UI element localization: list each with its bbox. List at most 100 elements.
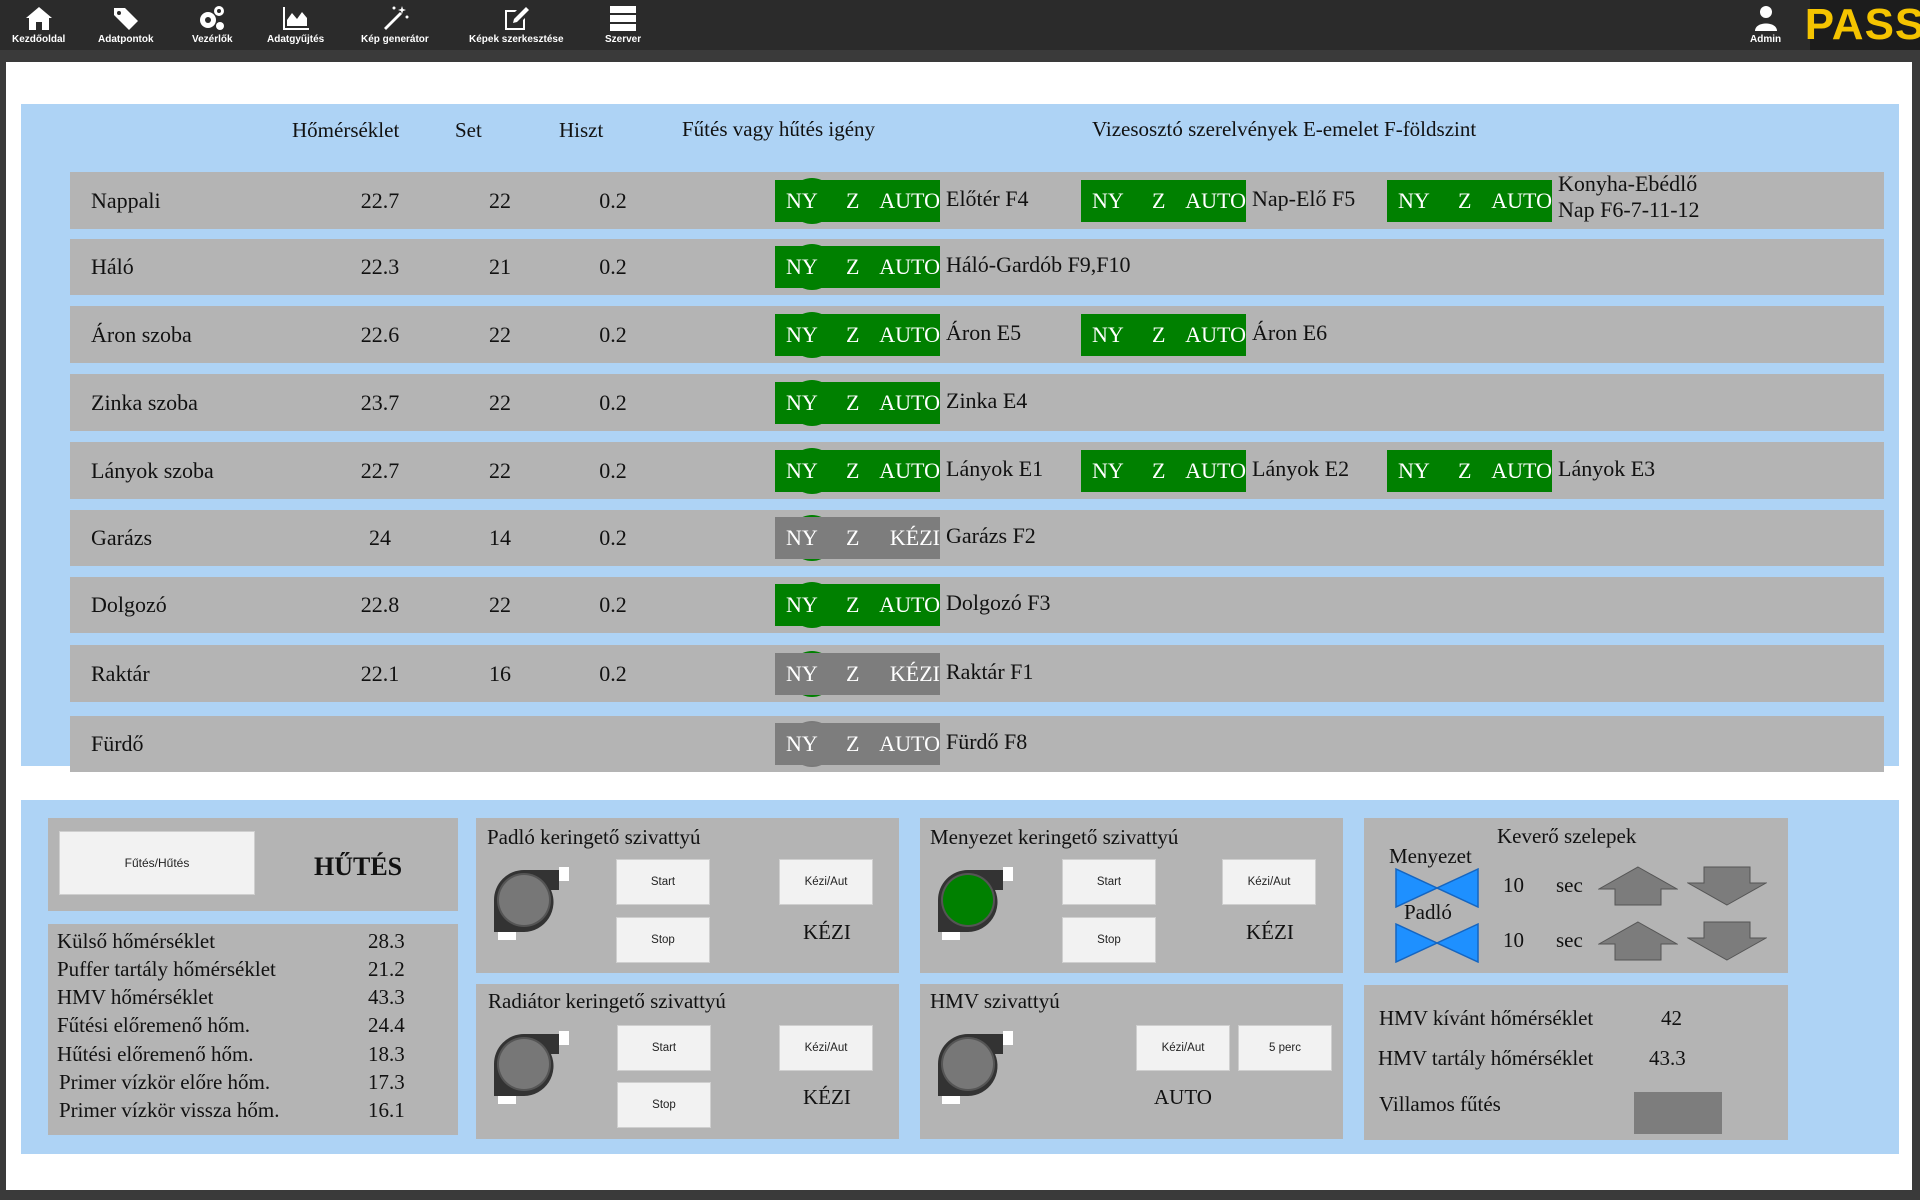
ceiling-valve-open-arrow-icon[interactable]	[1598, 866, 1678, 906]
nav-admin[interactable]: Admin	[1750, 4, 1781, 48]
zone-name: Lányok szoba	[91, 457, 214, 483]
valve-open-button[interactable]: NY	[786, 525, 818, 551]
valve-control[interactable]: NY Z AUTO	[1081, 449, 1246, 492]
hmv-pump-timer-button[interactable]: 5 perc	[1238, 1025, 1332, 1071]
valve-close-button[interactable]: Z	[1458, 458, 1471, 484]
valve-control[interactable]: NY Z KÉZI	[775, 652, 940, 695]
valve-control[interactable]: NY Z KÉZI	[775, 517, 940, 559]
valve-mode-button[interactable]: KÉZI	[890, 525, 940, 551]
valve-close-button[interactable]: Z	[846, 254, 859, 280]
valve-open-button[interactable]: NY	[786, 254, 818, 280]
valve-open-button[interactable]: NY	[786, 731, 818, 757]
nav-home[interactable]: Kezdőoldal	[12, 4, 65, 48]
valve-mode-button[interactable]: KÉZI	[890, 661, 940, 687]
valve-mode-button[interactable]: AUTO	[1491, 188, 1552, 214]
valve-mode-button[interactable]: AUTO	[879, 458, 940, 484]
nav-data-collection[interactable]: Adatgyűjtés	[267, 4, 324, 48]
valve-mode-button[interactable]: AUTO	[1185, 458, 1246, 484]
valve-close-button[interactable]: Z	[846, 390, 859, 416]
valve-control[interactable]: NY Z AUTO	[775, 313, 940, 356]
valve-control[interactable]: NY Z AUTO	[1081, 313, 1246, 356]
radiator-pump-mode-button[interactable]: Kézi/Aut	[779, 1025, 873, 1071]
floor-pump-stop-button[interactable]: Stop	[616, 917, 710, 963]
valve-mode-button[interactable]: AUTO	[879, 390, 940, 416]
valve-open-button[interactable]: NY	[786, 592, 818, 618]
valve-open-button[interactable]: NY	[1398, 188, 1430, 214]
valve-open-button[interactable]: NY	[1092, 188, 1124, 214]
zone-row: Áron szoba 22.6 22 0.2 NY Z AUTO Áron E5 NY Z AUTO…	[70, 306, 1884, 363]
valve-mode-button[interactable]: AUTO	[879, 731, 940, 757]
floor-pump-mode-button[interactable]: Kézi/Aut	[779, 859, 873, 905]
nav-server[interactable]: Szerver	[605, 4, 641, 48]
valve-close-button[interactable]: Z	[1152, 322, 1165, 348]
heating-cooling-toggle-button[interactable]: Fűtés/Hűtés	[59, 831, 255, 895]
valve-close-button[interactable]: Z	[846, 525, 859, 551]
valve-control[interactable]: NY Z AUTO	[775, 584, 940, 626]
valve-open-button[interactable]: NY	[786, 661, 818, 687]
valve-mode-button[interactable]: AUTO	[879, 322, 940, 348]
valve-open-button[interactable]: NY	[786, 458, 818, 484]
valve-close-button[interactable]: Z	[846, 592, 859, 618]
valve-mode-button[interactable]: AUTO	[1185, 188, 1246, 214]
valve-open-button[interactable]: NY	[1092, 322, 1124, 348]
floor-valve-open-arrow-icon[interactable]	[1598, 921, 1678, 961]
valve-open-button[interactable]: NY	[786, 322, 818, 348]
nav-image-editor[interactable]: Képek szerkesztése	[469, 4, 564, 48]
pump-icon	[938, 867, 1013, 940]
valve-close-button[interactable]: Z	[846, 322, 859, 348]
ceiling-pump-stop-button[interactable]: Stop	[1062, 917, 1156, 963]
valve-control[interactable]: NY Z AUTO	[1387, 179, 1552, 222]
floor-pump-start-button[interactable]: Start	[616, 859, 710, 905]
radiator-pump-start-button[interactable]: Start	[617, 1025, 711, 1071]
valve-close-button[interactable]: Z	[1458, 188, 1471, 214]
valve-open-button[interactable]: NY	[786, 390, 818, 416]
valve-mode-button[interactable]: AUTO	[879, 592, 940, 618]
ceiling-valve-label: Menyezet	[1389, 844, 1472, 868]
valve-control[interactable]: NY Z AUTO	[775, 381, 940, 424]
ceiling-pump-mode-button[interactable]: Kézi/Aut	[1222, 859, 1316, 905]
valve-close-button[interactable]: Z	[846, 458, 859, 484]
valve-open-button[interactable]: NY	[1092, 458, 1124, 484]
valve-mode-button[interactable]: AUTO	[879, 254, 940, 280]
valve-close-button[interactable]: Z	[846, 731, 859, 757]
zone-row: Zinka szoba 23.7 22 0.2 NY Z AUTO Zinka E4	[70, 374, 1884, 431]
zone-setpoint: 21	[489, 254, 511, 279]
valve-open-button[interactable]: NY	[1398, 458, 1430, 484]
nav-datapoints[interactable]: Adatpontok	[98, 4, 154, 48]
radiator-pump-stop-button[interactable]: Stop	[617, 1082, 711, 1128]
ceiling-pump-start-button[interactable]: Start	[1062, 859, 1156, 905]
floor-valve-close-arrow-icon[interactable]	[1687, 921, 1767, 961]
valve-mode-button[interactable]: AUTO	[879, 188, 940, 214]
zone-name: Zinka szoba	[91, 389, 198, 415]
valve-close-button[interactable]: Z	[1152, 188, 1165, 214]
electric-heating-label: Villamos fűtés	[1379, 1092, 1501, 1116]
zone-temperature: 24	[369, 525, 391, 550]
ceiling-valve-close-arrow-icon[interactable]	[1687, 866, 1767, 906]
valve-control[interactable]: NY Z AUTO	[775, 723, 940, 765]
valve-control[interactable]: NY Z AUTO	[775, 246, 940, 288]
valve-label: Lányok E2	[1252, 455, 1350, 481]
valve-control[interactable]: NY Z AUTO	[1081, 179, 1246, 222]
zone-name: Háló	[91, 254, 134, 279]
mode-value: HŰTÉS	[314, 852, 403, 881]
valve-close-button[interactable]: Z	[846, 661, 859, 687]
valve-control[interactable]: NY Z AUTO	[775, 449, 940, 492]
valve-mode-button[interactable]: AUTO	[1491, 458, 1552, 484]
zone-setpoint: 14	[489, 525, 511, 550]
electric-heating-indicator[interactable]	[1634, 1092, 1722, 1134]
zone-temperature	[330, 716, 430, 772]
sensor-label: Primer vízkör előre hőm.	[59, 1070, 271, 1094]
nav-controllers[interactable]: Vezérlők	[192, 4, 233, 48]
hmv-pump-mode-button[interactable]: Kézi/Aut	[1136, 1025, 1230, 1071]
nav-label: Képek szerkesztése	[469, 34, 564, 45]
valve-control[interactable]: NY Z AUTO	[775, 179, 940, 222]
floor-valve-time: 10	[1503, 928, 1524, 952]
zone-setpoint: 22	[489, 592, 511, 617]
header-set: Set	[455, 118, 482, 142]
valve-control[interactable]: NY Z AUTO	[1387, 449, 1552, 492]
valve-close-button[interactable]: Z	[1152, 458, 1165, 484]
nav-image-generator[interactable]: Kép generátor	[361, 4, 429, 48]
valve-open-button[interactable]: NY	[786, 188, 818, 214]
valve-mode-button[interactable]: AUTO	[1185, 322, 1246, 348]
valve-close-button[interactable]: Z	[846, 188, 859, 214]
